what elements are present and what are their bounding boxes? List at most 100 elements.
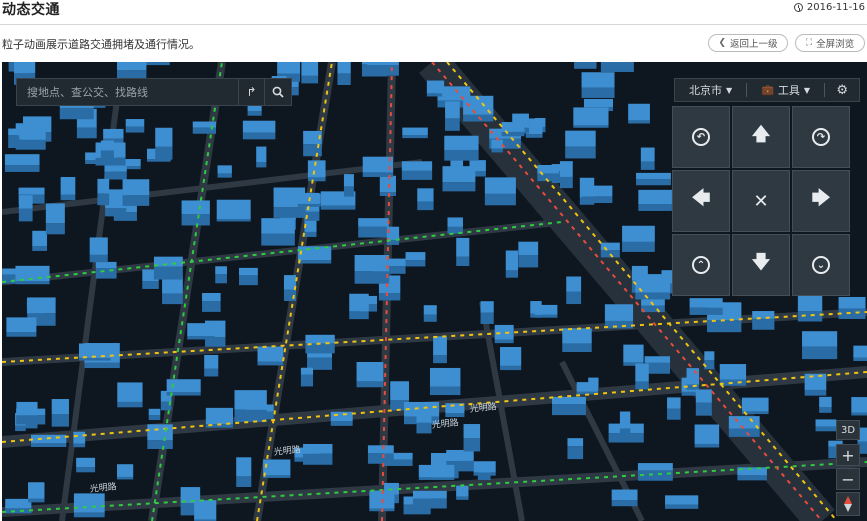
building [236, 457, 252, 477]
tilt-down-button[interactable]: ⌄ [792, 234, 850, 296]
pan-left-button[interactable]: 🡄 [672, 170, 730, 232]
building-side [4, 165, 40, 172]
reset-view-button[interactable]: ✕ [732, 170, 790, 232]
pan-down-button[interactable]: 🡇 [732, 234, 790, 296]
building [622, 225, 655, 242]
building-side [354, 271, 390, 284]
building-side [819, 407, 832, 413]
building-side [719, 379, 747, 386]
building-side [239, 275, 258, 286]
fullscreen-button[interactable]: ⛶ 全屏浏览 [795, 34, 865, 52]
map-navigation-pad: ↶ 🡅 ↷ 🡄 ✕ 🡆 ⌃ 🡇 ⌄ [672, 106, 850, 296]
back-button[interactable]: ❮ 返回上一级 [708, 34, 788, 52]
building-side [303, 453, 333, 465]
zoom-in-button[interactable]: + [836, 444, 860, 466]
building [644, 356, 671, 363]
building [155, 127, 173, 147]
building-side [463, 114, 494, 122]
chevron-left-icon: ❮ [718, 38, 727, 48]
building [640, 147, 655, 162]
search-button[interactable] [264, 79, 291, 105]
building-side [84, 362, 120, 369]
building-side [494, 339, 514, 344]
building-side [442, 182, 476, 192]
zoom-out-button[interactable]: − [836, 468, 860, 490]
building [636, 172, 671, 179]
building-side [566, 291, 582, 305]
building-side [204, 368, 219, 377]
building [122, 179, 150, 196]
building-side [307, 177, 326, 182]
chevron-down-icon: ▼ [803, 85, 811, 95]
back-label: 返回上一级 [730, 39, 778, 50]
building-side [337, 73, 351, 85]
building-side [416, 422, 432, 434]
building-side [426, 93, 445, 97]
building [695, 389, 712, 403]
building [367, 62, 399, 66]
building [728, 416, 760, 429]
building [73, 431, 86, 444]
building-side [343, 186, 354, 197]
building [301, 62, 319, 76]
building [303, 443, 333, 454]
building-side [379, 192, 396, 197]
pan-right-button[interactable]: 🡆 [792, 170, 850, 232]
building-side [559, 176, 573, 189]
building [205, 407, 234, 425]
building-side [797, 311, 823, 322]
building [802, 331, 838, 347]
building [14, 62, 36, 74]
building-side [838, 308, 866, 319]
traffic-map[interactable]: 光明路 光明路 光明路 光明路 ↱ 北京市 ▼ 💼 工具 ▼ ⚙ ↶ 🡅 ↷ [2, 62, 867, 521]
building [234, 390, 267, 410]
tools-menu[interactable]: 💼 工具 ▼ [747, 79, 824, 101]
page-header: 动态交通 2016-11-16 [0, 0, 867, 25]
building-side [433, 355, 447, 364]
building [704, 351, 715, 361]
building-side [367, 65, 399, 76]
settings-button[interactable]: ⚙ [825, 79, 859, 101]
expand-icon: ⛶ [805, 38, 813, 48]
clock-icon [793, 3, 803, 12]
building [552, 396, 586, 405]
city-selector[interactable]: 北京市 ▼ [675, 79, 746, 101]
building [637, 463, 673, 471]
building [851, 397, 867, 413]
compass-button[interactable] [836, 492, 860, 516]
gear-icon: ⚙ [836, 82, 848, 98]
building-side [423, 314, 437, 322]
building [473, 461, 496, 473]
building-side [100, 150, 114, 164]
building [433, 336, 447, 356]
search-input[interactable] [17, 84, 238, 100]
tilt-up-button[interactable]: ⌃ [672, 234, 730, 296]
building-side [694, 443, 720, 448]
building-side [125, 126, 145, 133]
building-side [349, 311, 369, 320]
rotate-left-button[interactable]: ↶ [672, 106, 730, 168]
building [567, 438, 584, 447]
building-side [445, 413, 465, 418]
building-side [356, 381, 384, 388]
building [148, 408, 161, 416]
pan-up-button[interactable]: 🡅 [732, 106, 790, 168]
building-side [418, 477, 455, 480]
building [484, 177, 516, 194]
building-side [445, 118, 460, 131]
route-button[interactable]: ↱ [237, 79, 265, 105]
building [18, 195, 33, 209]
building [147, 424, 173, 441]
date-text: 2016-11-16 [806, 2, 865, 13]
building-side [600, 62, 634, 72]
arrow-right-icon: 🡆 [811, 188, 831, 209]
building-side [73, 443, 86, 448]
building-side [501, 131, 525, 137]
building [8, 128, 20, 136]
building-side [640, 161, 655, 170]
3d-toggle-button[interactable]: 3D [836, 420, 860, 440]
building-side [611, 500, 638, 507]
rotate-right-button[interactable]: ↷ [792, 106, 850, 168]
building [257, 346, 284, 362]
building-side [142, 281, 159, 289]
